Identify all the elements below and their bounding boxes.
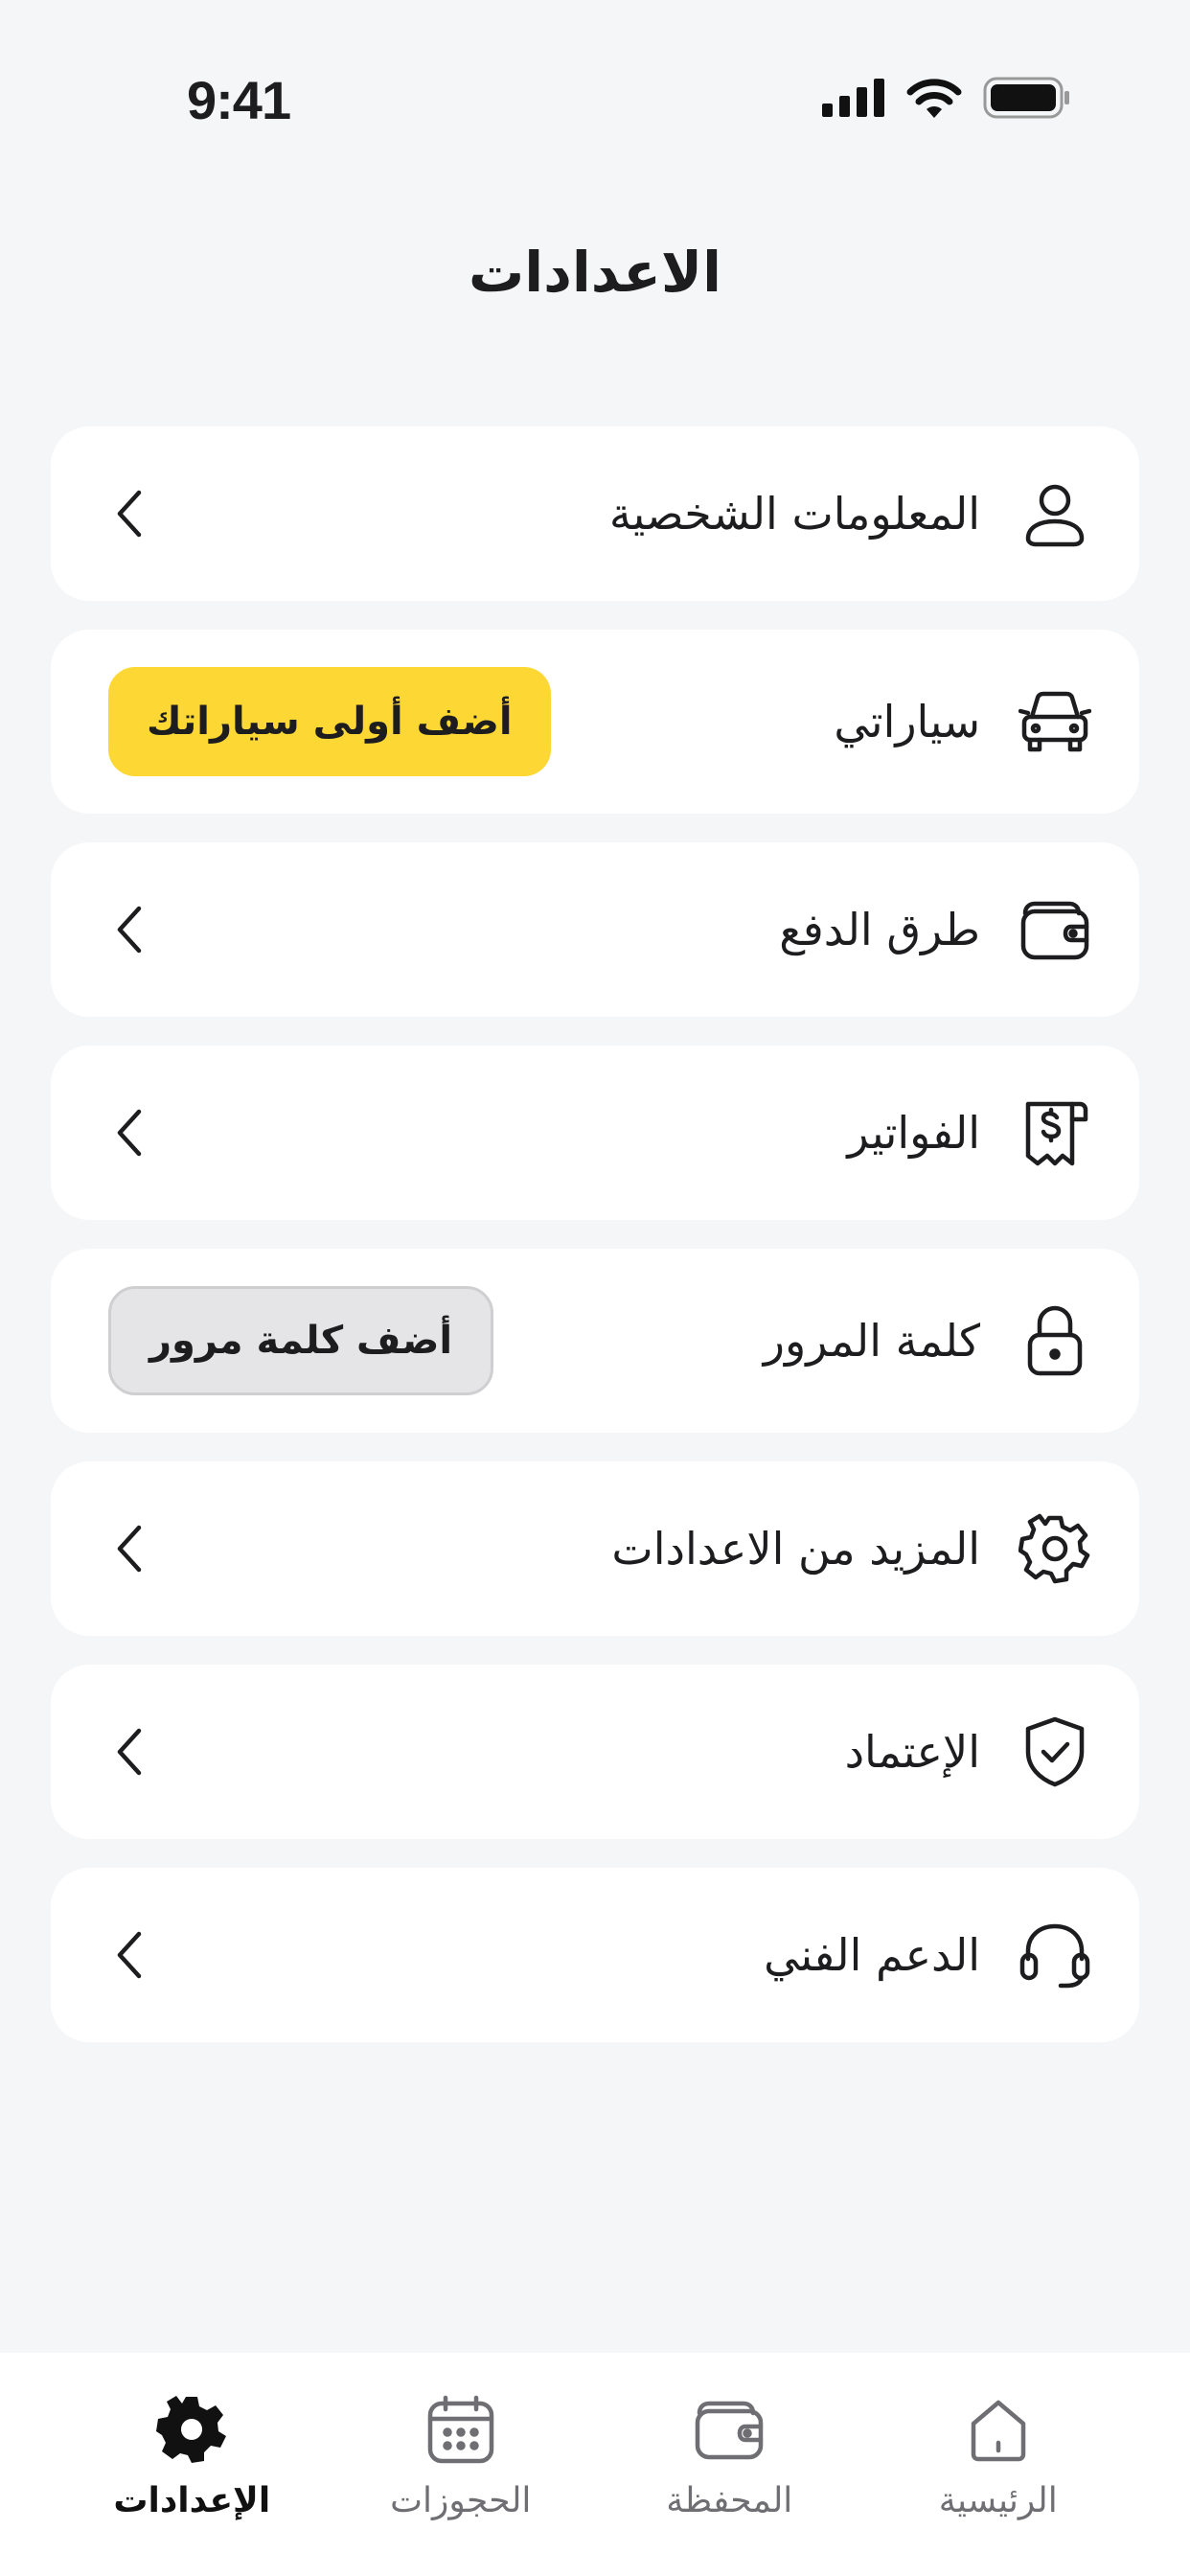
status-icons xyxy=(822,77,1071,119)
settings-item-label: الفواتير xyxy=(847,1107,980,1159)
lock-icon xyxy=(1017,1302,1093,1379)
chevron-left-icon xyxy=(108,906,150,954)
home-icon xyxy=(960,2391,1037,2468)
settings-item-more-settings[interactable]: المزيد من الاعدادات xyxy=(51,1461,1139,1636)
tab-label: الإعدادات xyxy=(113,2481,271,2520)
settings-item-label: طرق الدفع xyxy=(779,904,980,955)
wallet-icon xyxy=(691,2391,767,2468)
settings-item-personal-info[interactable]: المعلومات الشخصية xyxy=(51,426,1139,601)
tab-label: المحفظة xyxy=(666,2481,793,2520)
tab-home[interactable]: الرئيسية xyxy=(874,2391,1123,2576)
tab-label: الحجوزات xyxy=(390,2481,532,2520)
settings-list: المعلومات الشخصية سياراتي أضف أولى سيارا xyxy=(51,426,1139,2071)
wallet-icon xyxy=(1017,891,1093,968)
page-title: الاعدادات xyxy=(468,240,721,305)
settings-item-password[interactable]: كلمة المرور أضف كلمة مرور xyxy=(51,1249,1139,1433)
add-first-car-button[interactable]: أضف أولى سياراتك xyxy=(108,667,551,776)
settings-item-label: الدعم الفني xyxy=(764,1929,980,1981)
chevron-left-icon xyxy=(108,1525,150,1573)
chevron-left-icon xyxy=(108,1728,150,1776)
status-time: 9:41 xyxy=(187,70,291,130)
receipt-icon xyxy=(1017,1094,1093,1171)
shield-check-icon xyxy=(1017,1714,1093,1790)
settings-item-accreditation[interactable]: الإعتماد xyxy=(51,1665,1139,1839)
tab-settings[interactable]: الإعدادات xyxy=(67,2391,316,2576)
tab-bookings[interactable]: الحجوزات xyxy=(336,2391,585,2576)
settings-item-label: كلمة المرور xyxy=(763,1315,980,1367)
gear-icon xyxy=(153,2391,230,2468)
cellular-signal-icon xyxy=(822,79,884,117)
chevron-left-icon xyxy=(108,1109,150,1157)
tab-wallet[interactable]: المحفظة xyxy=(605,2391,854,2576)
calendar-icon xyxy=(423,2391,499,2468)
bottom-tab-bar: الرئيسية المحفظة الحجوزات الإعدادات xyxy=(0,2353,1190,2576)
settings-item-label: المعلومات الشخصية xyxy=(608,488,980,540)
settings-item-my-cars[interactable]: سياراتي أضف أولى سياراتك xyxy=(51,630,1139,814)
settings-item-label: سياراتي xyxy=(834,696,980,748)
settings-screen: 9:41 الاعدادات المعلومات الشخصية سياراتي… xyxy=(0,0,1190,2576)
user-icon xyxy=(1017,475,1093,552)
chevron-left-icon xyxy=(108,1931,150,1979)
tab-label: الرئيسية xyxy=(938,2481,1058,2520)
settings-item-support[interactable]: الدعم الفني xyxy=(51,1868,1139,2042)
add-password-button[interactable]: أضف كلمة مرور xyxy=(108,1286,494,1395)
status-bar: 9:41 xyxy=(0,0,1190,201)
settings-item-label: المزيد من الاعدادات xyxy=(611,1523,980,1575)
wifi-icon xyxy=(906,79,962,118)
settings-item-label: الإعتماد xyxy=(844,1726,980,1778)
car-icon xyxy=(1017,683,1093,760)
chevron-left-icon xyxy=(108,490,150,538)
settings-item-payment-methods[interactable]: طرق الدفع xyxy=(51,842,1139,1017)
settings-item-invoices[interactable]: الفواتير xyxy=(51,1046,1139,1220)
battery-icon xyxy=(983,77,1069,119)
gear-icon xyxy=(1017,1510,1093,1587)
headset-icon xyxy=(1017,1917,1093,1993)
